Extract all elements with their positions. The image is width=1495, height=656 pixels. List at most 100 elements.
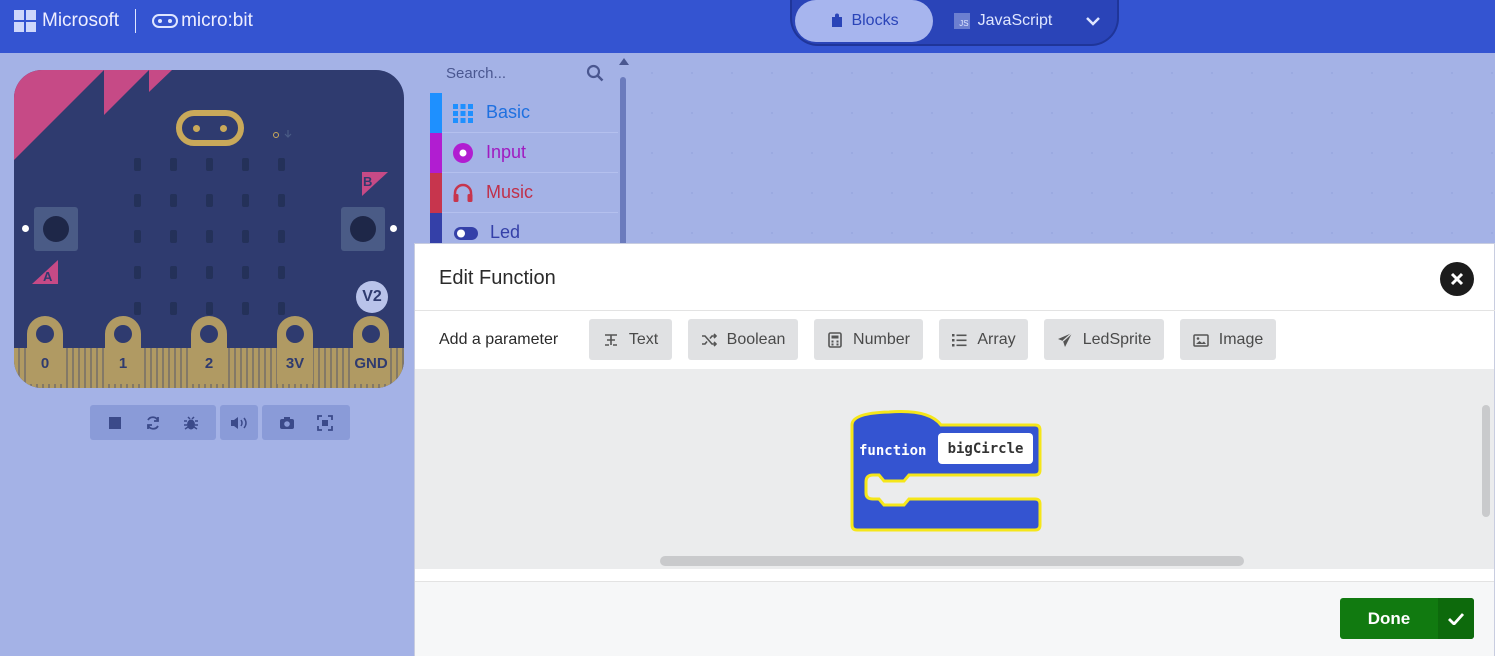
led-cell [206,266,213,279]
pin-0[interactable] [27,316,63,384]
add-text-parameter-button[interactable]: Text [589,319,672,360]
param-label: LedSprite [1082,330,1152,348]
sound-icon [231,416,247,429]
param-label: Array [977,330,1016,348]
pin-1[interactable] [105,316,141,384]
debug-icon [184,415,198,430]
button-b[interactable] [341,207,385,251]
toolbox-scroll-thumb[interactable] [620,77,626,257]
simulator-controls [90,405,216,440]
vertical-scrollbar[interactable] [1482,405,1490,517]
add-number-parameter-button[interactable]: Number [814,319,923,360]
led-cell [134,158,141,171]
led-cell [278,230,285,243]
simulator-toolbar [90,405,350,440]
text-icon [604,333,617,346]
led-cell [242,266,249,279]
category-basic[interactable]: Basic [430,92,618,133]
toolbox-search [430,53,618,93]
radio-button-icon [453,142,473,163]
pin-2[interactable] [191,316,227,384]
function-name-field[interactable]: bigCircle [938,433,1033,464]
pin-label: 3V [285,355,305,372]
search-icon[interactable] [586,64,604,82]
toggle-icon [454,226,478,240]
pin-3v[interactable] [277,316,313,384]
restart-button[interactable] [134,405,172,440]
add-boolean-parameter-button[interactable]: Boolean [688,319,798,360]
led-cell [242,302,249,315]
chevron-down-icon [1086,17,1100,26]
led-cell [206,194,213,207]
category-label: Input [486,142,527,162]
dialog-title: Edit Function [439,267,556,289]
function-editor-workspace[interactable]: function bigCircle [415,369,1494,569]
corner-decoration [14,70,172,160]
shuffle-icon [701,332,717,347]
scroll-up-arrow-icon[interactable] [619,58,629,65]
microbit-logo-touch[interactable] [176,110,244,146]
category-color-bar [430,92,442,133]
brand[interactable]: Microsoft micro:bit [14,9,253,33]
close-button[interactable] [1440,262,1474,296]
pin-gnd[interactable] [353,316,389,384]
add-ledsprite-parameter-button[interactable]: LedSprite [1044,319,1164,360]
pin-label: GND [354,355,388,372]
function-definition-block[interactable]: function bigCircle [849,409,1044,539]
divider [415,310,1495,311]
led-cell [134,302,141,315]
category-color-bar [430,172,442,213]
fullscreen-button[interactable] [306,405,344,440]
led-cell [170,230,177,243]
button-b-label: B [363,174,373,189]
pin-label: 1 [118,355,128,372]
blocks-tab[interactable]: Blocks [795,0,933,42]
add-array-parameter-button[interactable]: Array [939,319,1028,360]
screenshot-button[interactable] [268,405,306,440]
javascript-tab[interactable]: JS JavaScript [933,0,1073,42]
dialog-footer: Done [415,581,1494,656]
led-cell [242,230,249,243]
microphone-icon [273,130,292,138]
side-indicator [22,225,29,232]
led-cell [170,194,177,207]
category-color-bar [430,132,442,173]
led-cell [278,302,285,315]
led-cell [206,302,213,315]
pin-label: 0 [40,355,50,372]
function-block-shape [850,410,1042,532]
simulator-sound-group [220,405,258,440]
pin-label: 2 [204,355,214,372]
microbit-logo-icon [152,14,179,28]
stop-button[interactable] [96,405,134,440]
version-badge: V2 [356,281,388,313]
category-music[interactable]: Music [430,172,618,213]
category-label: Music [486,182,534,202]
debug-button[interactable] [172,405,210,440]
function-keyword: function [859,443,927,459]
stop-icon [109,416,121,429]
headphones-icon [453,183,473,202]
javascript-icon: JS [953,13,970,29]
sound-button[interactable] [220,405,258,440]
edit-function-dialog: Edit Function Add a parameter Text Boole… [414,243,1495,656]
led-cell [206,230,213,243]
add-image-parameter-button[interactable]: Image [1180,319,1276,360]
microbit-simulator[interactable]: A B V2 0 1 2 3V GND [14,70,404,388]
grid-icon [453,103,473,123]
horizontal-scrollbar[interactable] [660,556,1244,566]
editor-dropdown-button[interactable] [1073,0,1113,42]
category-label: Basic [486,102,531,122]
done-button[interactable]: Done [1340,598,1474,639]
param-label: Image [1218,330,1264,348]
category-input[interactable]: Input [430,132,618,173]
paper-plane-icon [1057,332,1073,347]
add-parameter-label: Add a parameter [439,331,559,348]
puzzle-piece-icon [832,13,843,27]
brand-microbit-label: micro:bit [181,10,253,31]
led-cell [278,194,285,207]
led-cell [278,158,285,171]
javascript-tab-label: JavaScript [977,12,1053,29]
button-a[interactable] [34,207,78,251]
restart-icon [147,415,159,430]
